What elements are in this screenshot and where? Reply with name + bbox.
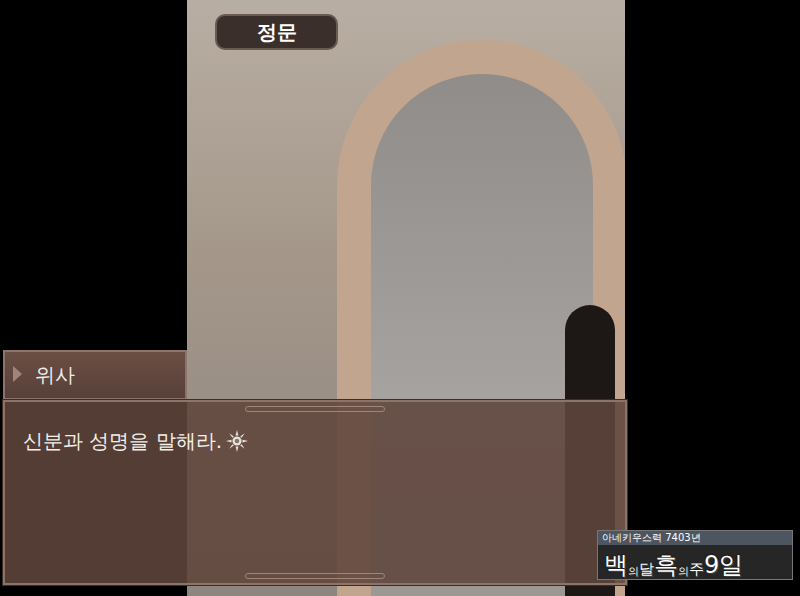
speaker-box: 위사 [3,350,187,400]
calendar-year: 아네키우스력 7403년 [598,531,792,545]
continue-icon [226,430,248,452]
dialogue-box[interactable]: 신분과 성명을 말해라. [3,400,627,585]
calendar-day: 백의달흑의주9일 [598,545,792,579]
calendar-part: 9일 [704,553,743,577]
game-screen: 정문 위사 신분과 성명을 말해라. [0,0,800,596]
location-label: 정문 [215,14,338,50]
dialogue-text: 신분과 성명을 말해라. [23,426,222,456]
calendar-part: 의 [678,566,689,577]
location-text: 정문 [257,17,297,47]
calendar-part: 백 [604,553,628,577]
calendar-part: 의 [628,566,639,577]
calendar-part: 달 [639,562,654,577]
calendar-part: 흑 [654,553,678,577]
calendar-part: 주 [689,562,704,577]
speaker-name: 위사 [35,360,75,390]
calendar-box: 아네키우스력 7403년 백의달흑의주9일 [597,530,793,580]
